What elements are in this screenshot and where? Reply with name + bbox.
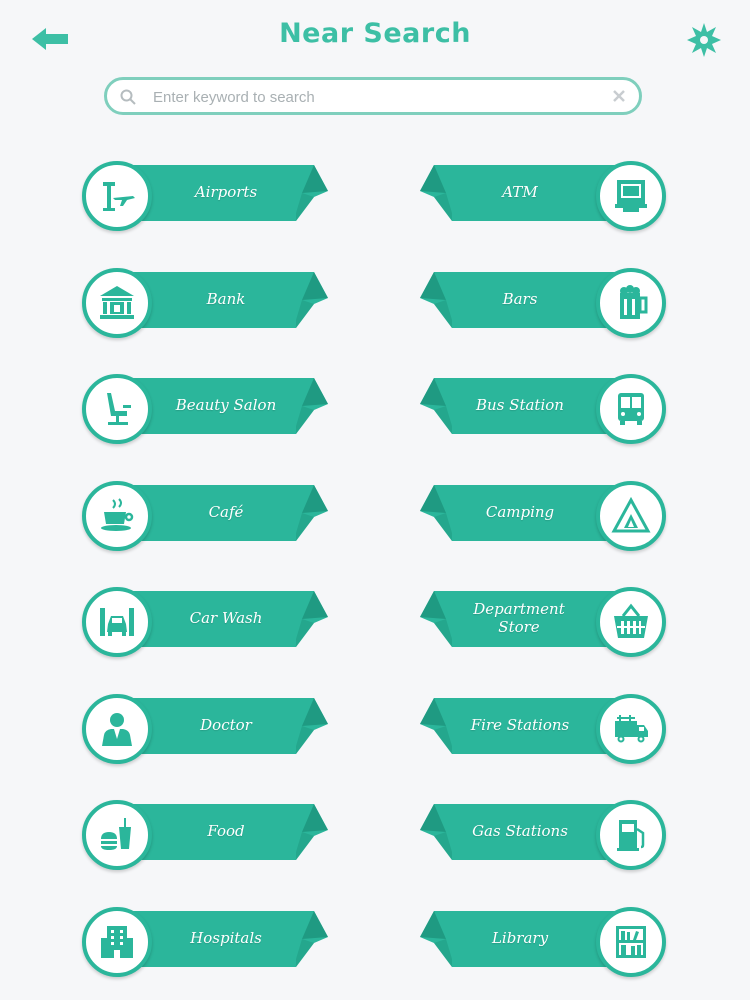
category-icon-circle — [82, 587, 152, 657]
category-label: Doctor — [200, 716, 252, 734]
category-beauty-salon[interactable]: Beauty Salon — [82, 370, 332, 446]
category-bars[interactable]: Bars — [416, 264, 666, 340]
atm-icon — [615, 180, 647, 212]
category-label: Hospitals — [190, 929, 262, 947]
category-label: Library — [491, 929, 549, 947]
shopping-basket-icon — [614, 603, 648, 638]
category-icon-circle — [596, 587, 666, 657]
category-bus-station[interactable]: Bus Station — [416, 370, 666, 446]
category-department-store[interactable]: Department Store — [416, 583, 666, 659]
category-library[interactable]: Library — [416, 903, 666, 979]
coffee-cup-icon — [101, 498, 134, 531]
bus-icon — [618, 393, 644, 425]
category-icon-circle — [82, 907, 152, 977]
category-icon-circle — [596, 481, 666, 551]
hospital-icon — [101, 926, 133, 958]
category-icon-circle — [82, 694, 152, 764]
category-gas-stations[interactable]: Gas Stations — [416, 796, 666, 872]
bookshelf-icon — [616, 926, 646, 958]
category-label: Bank — [206, 290, 246, 308]
category-label: Camping — [485, 503, 555, 521]
category-bank[interactable]: Bank — [82, 264, 332, 340]
category-label: Food — [207, 822, 245, 840]
category-label: ATM — [502, 183, 538, 201]
category-doctor[interactable]: Doctor — [82, 690, 332, 766]
settings-button[interactable] — [684, 20, 724, 60]
category-label: Café — [208, 503, 244, 521]
category-label: Airports — [194, 183, 258, 201]
category-icon-circle — [82, 161, 152, 231]
category-label: Department Store — [473, 600, 565, 636]
category-hospitals[interactable]: Hospitals — [82, 903, 332, 979]
category-icon-circle — [82, 800, 152, 870]
category-icon-circle — [596, 161, 666, 231]
beer-icon — [620, 285, 648, 319]
header: Near Search — [0, 0, 750, 72]
category-icon-circle — [596, 268, 666, 338]
category-icon-circle — [82, 481, 152, 551]
category-label: Car Wash — [189, 609, 263, 627]
category-label: Bars — [502, 290, 538, 308]
search-icon — [120, 89, 136, 105]
tent-icon — [611, 496, 651, 533]
clear-icon[interactable] — [611, 88, 627, 104]
bank-icon — [100, 286, 134, 319]
category-caf[interactable]: Café — [82, 477, 332, 553]
fire-truck-icon — [615, 715, 648, 743]
airport-icon — [103, 182, 135, 211]
category-icon-circle — [596, 374, 666, 444]
category-airports[interactable]: Airports — [82, 157, 332, 233]
category-icon-circle — [82, 374, 152, 444]
category-icon-circle — [596, 800, 666, 870]
search-input[interactable] — [151, 84, 595, 110]
category-icon-circle — [596, 694, 666, 764]
category-label: Beauty Salon — [175, 396, 277, 414]
car-wash-icon — [100, 608, 134, 636]
gear-icon — [687, 23, 721, 57]
gas-pump-icon — [617, 820, 645, 851]
category-car-wash[interactable]: Car Wash — [82, 583, 332, 659]
category-label: Fire Stations — [470, 716, 570, 734]
category-fire-stations[interactable]: Fire Stations — [416, 690, 666, 766]
category-atm[interactable]: ATM — [416, 157, 666, 233]
category-icon-circle — [82, 268, 152, 338]
category-icon-circle — [596, 907, 666, 977]
page-title: Near Search — [279, 18, 471, 49]
fast-food-icon — [101, 818, 131, 850]
category-label: Bus Station — [476, 396, 564, 414]
salon-chair-icon — [107, 393, 131, 425]
doctor-icon — [102, 713, 132, 746]
category-label: Gas Stations — [472, 822, 568, 840]
category-food[interactable]: Food — [82, 796, 332, 872]
search-bar — [104, 77, 642, 115]
category-camping[interactable]: Camping — [416, 477, 666, 553]
